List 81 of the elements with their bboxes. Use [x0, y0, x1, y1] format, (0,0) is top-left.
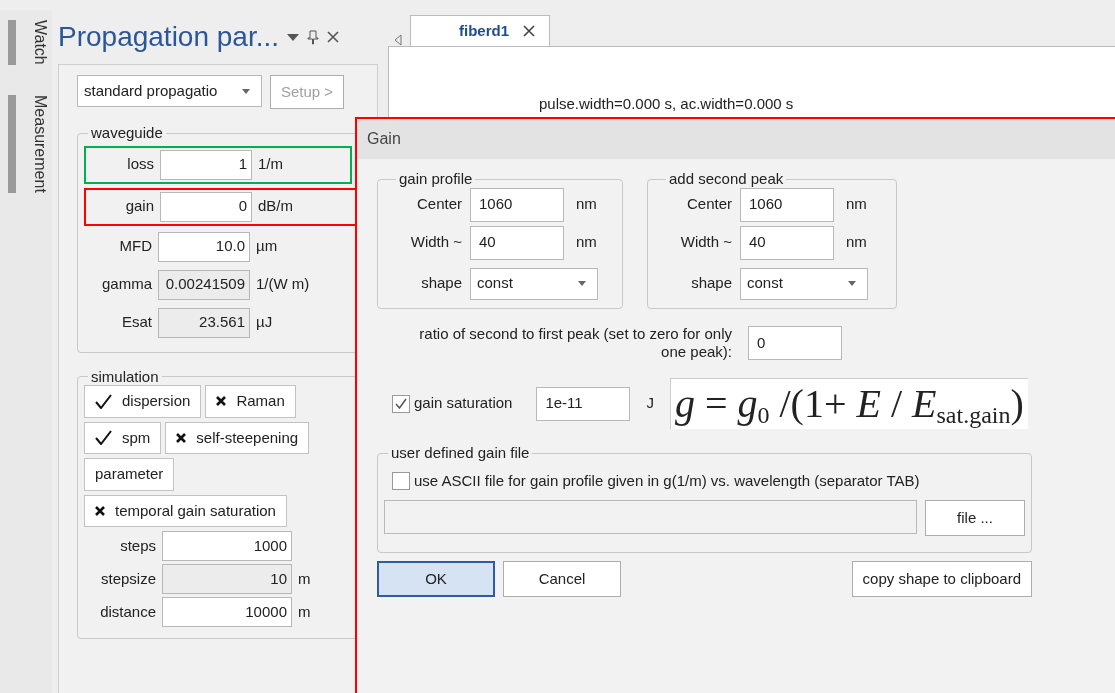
field-label: stepsize — [99, 568, 156, 589]
unit-label: m — [298, 568, 312, 589]
close-icon — [523, 24, 535, 37]
status-text: pulse.width=0.000 s, ac.width=0.000 s — [539, 95, 794, 112]
toggle-button[interactable]: self-steepening — [165, 421, 310, 454]
cross-icon — [176, 432, 187, 443]
cross-icon — [95, 505, 105, 516]
field-label: distance — [99, 601, 156, 622]
field-label: shape — [420, 273, 462, 294]
unit-label: µm — [256, 236, 279, 257]
unit-label: dB/m — [258, 196, 294, 217]
unit-label: 1/m — [258, 154, 284, 175]
caret-icon — [241, 87, 251, 95]
pin-icon — [307, 29, 320, 45]
field-label: Width ~ — [679, 232, 732, 253]
dialog-button[interactable]: Cancel — [503, 561, 621, 597]
field-label: loss — [126, 154, 154, 175]
group-label: waveguide — [90, 125, 164, 142]
file-button[interactable]: file ... — [925, 500, 1025, 536]
input-field[interactable]: 23.561 — [158, 307, 250, 338]
mode-select[interactable]: standard propagatio — [77, 75, 262, 107]
cross-icon — [216, 396, 227, 407]
field-label: steps — [119, 535, 156, 556]
input-field[interactable]: 10 — [162, 564, 292, 594]
formula: g = g$_{0}$ /(1+ E / E$_{sat.gain}$) — [669, 378, 1028, 429]
field-label: shape — [690, 273, 732, 294]
field-label: MFD — [118, 236, 152, 257]
input-field[interactable]: 1000 — [162, 531, 292, 561]
checkbox[interactable]: gain saturation — [392, 392, 513, 415]
group-label: gain profile — [398, 171, 474, 188]
dropdown-icon — [287, 33, 300, 41]
parameter-button[interactable]: parameter — [84, 458, 175, 491]
unit-label: nm — [576, 232, 597, 253]
field-label: Center — [415, 194, 462, 215]
toggle-button[interactable]: dispersion — [84, 385, 202, 418]
ratio-label: ratio of second to first peak (set to zero for only one peak): — [418, 324, 732, 362]
document-tab[interactable]: fiberd1 — [410, 14, 550, 46]
unit-label: nm — [846, 194, 867, 215]
field-label: Center — [685, 194, 732, 215]
input-field[interactable]: 0 — [748, 326, 842, 361]
group-label: simulation — [90, 368, 160, 385]
dialog-button[interactable]: OK — [377, 561, 495, 597]
unit-label: nm — [576, 194, 597, 215]
checkbox[interactable]: use ASCII file for gain profile given in g(1/m) vs. wavelength (separator TAB) — [392, 469, 1025, 492]
input-field[interactable]: 10.0 — [158, 231, 250, 262]
shape-select[interactable]: const — [740, 267, 868, 300]
field-label: Width ~ — [409, 232, 462, 253]
unit-label: J — [646, 393, 654, 414]
unit-label: nm — [846, 232, 867, 253]
caret-icon — [577, 280, 587, 287]
group-label: add second peak — [668, 171, 785, 188]
copy-button[interactable]: copy shape to clipboard — [851, 561, 1032, 597]
group-label: user defined gain file — [390, 445, 531, 462]
input-field[interactable]: 1e-11 — [536, 386, 631, 421]
input-field[interactable]: 0 — [160, 191, 252, 222]
panel-title: Propagation par... — [58, 20, 280, 54]
field-label: gain — [124, 196, 154, 217]
input-field[interactable]: 40 — [470, 225, 564, 260]
input-field[interactable]: 1 — [160, 149, 252, 180]
check-icon — [95, 430, 112, 446]
input-field[interactable]: 1060 — [470, 187, 564, 222]
unit-label: 1/(W m) — [256, 274, 311, 295]
input-field[interactable]: 40 — [740, 225, 834, 260]
check-icon — [395, 398, 407, 409]
toggle-button[interactable]: spm — [84, 421, 162, 454]
check-icon — [95, 393, 112, 409]
input-field[interactable]: 10000 — [162, 597, 292, 627]
dialog-title: Gain — [357, 119, 1115, 159]
close-icon — [327, 31, 340, 43]
field-label: gamma — [100, 274, 152, 295]
scroll-left-icon — [394, 34, 402, 46]
toggle-button[interactable]: Raman — [205, 385, 296, 418]
shape-select[interactable]: const — [470, 267, 598, 300]
toggle-button[interactable]: temporal gain saturation — [84, 494, 287, 527]
input-field[interactable]: 1060 — [740, 187, 834, 222]
unit-label: µJ — [256, 312, 274, 333]
path-field[interactable] — [384, 500, 917, 534]
field-label: Esat — [121, 312, 152, 333]
input-field[interactable]: 0.00241509 — [158, 269, 250, 300]
unit-label: m — [298, 601, 312, 622]
caret-icon — [847, 280, 857, 287]
